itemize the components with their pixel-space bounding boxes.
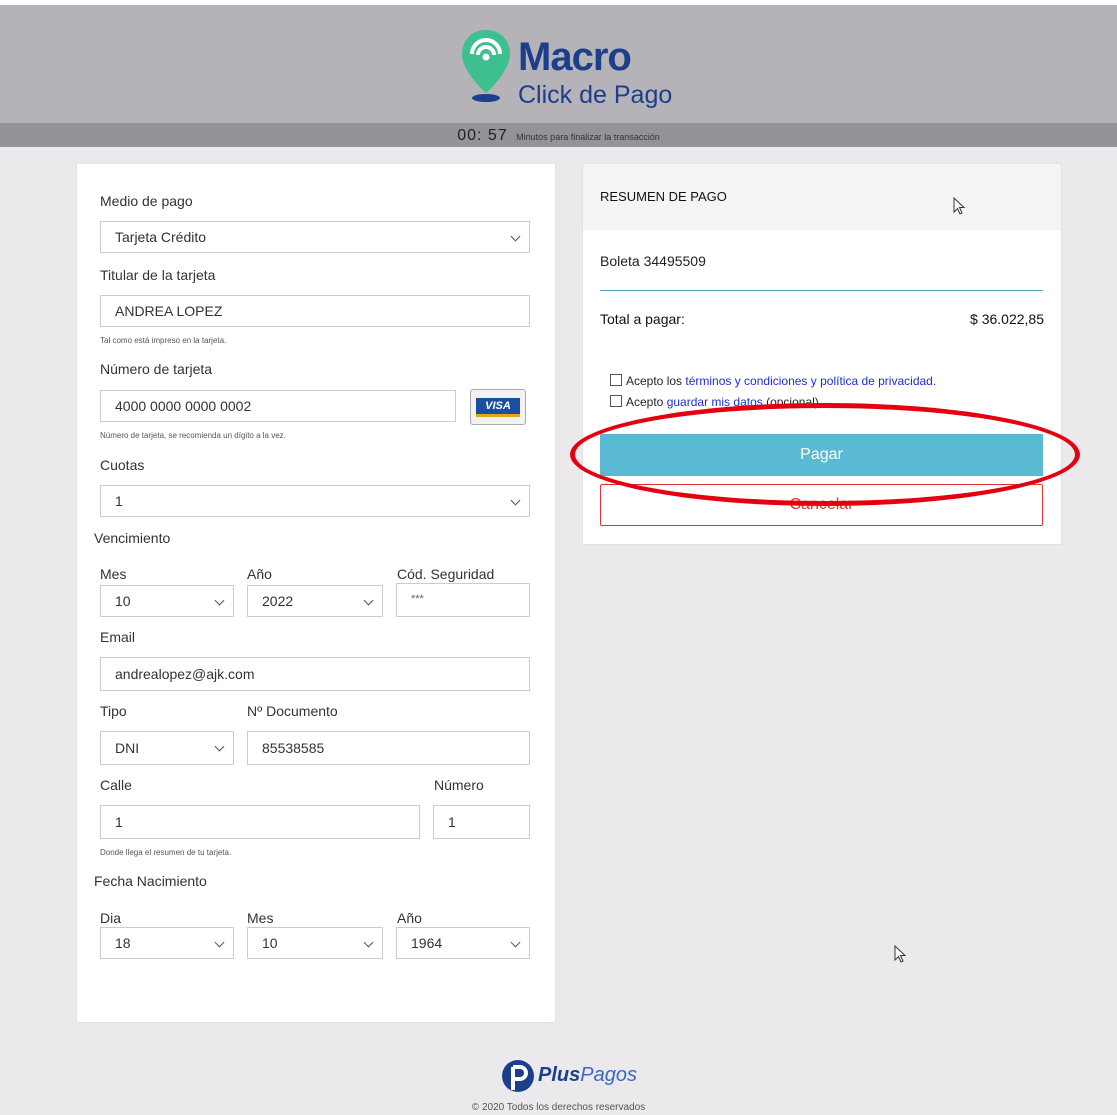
card-number-input[interactable]: 4000 0000 0000 0002 [100, 390, 456, 422]
cuotas-value: 1 [115, 493, 123, 509]
email-input[interactable]: andrealopez@ajk.com [100, 657, 530, 691]
titular-label: Titular de la tarjeta [100, 267, 216, 283]
cod-seguridad-input[interactable]: *** [396, 583, 530, 617]
pluspagos-logo: PlusPagos [500, 1058, 660, 1098]
nacimiento-label: Fecha Nacimiento [94, 873, 207, 889]
pluspagos-p-icon [502, 1060, 534, 1092]
documento-input[interactable]: 85538585 [247, 731, 530, 765]
cuotas-select[interactable]: 1 [100, 485, 530, 517]
payment-form: Medio de pago Tarjeta Crédito Titular de… [76, 163, 556, 1023]
numero-calle-value: 1 [448, 814, 456, 830]
email-label: Email [100, 629, 136, 645]
terms-prefix: Acepto los [626, 374, 686, 388]
tipo-label: Tipo [100, 703, 127, 719]
pluspagos-bold: Plus [538, 1064, 581, 1086]
terms-row: Acepto los términos y condiciones y polí… [610, 374, 936, 388]
summary-divider [600, 290, 1043, 291]
pluspagos-word: PlusPagos [538, 1064, 637, 1087]
terms-checkbox[interactable] [610, 374, 622, 386]
nac-dia-select[interactable]: 18 [100, 927, 234, 959]
brand-name: Macro [518, 35, 632, 79]
card-number-value: 4000 0000 0000 0002 [115, 398, 252, 414]
visa-label: VISA [476, 398, 520, 414]
medio-pago-label: Medio de pago [100, 193, 193, 209]
header: Macro Click de Pago [0, 5, 1117, 123]
medio-pago-value: Tarjeta Crédito [115, 229, 207, 245]
total-value: $ 36.022,85 [970, 311, 1044, 327]
calle-input[interactable]: 1 [100, 805, 420, 839]
mouse-cursor-icon [894, 945, 906, 963]
documento-label: Nº Documento [247, 703, 338, 719]
email-value: andrealopez@ajk.com [115, 666, 255, 682]
nac-mes-label: Mes [247, 910, 274, 926]
numero-hint: Número de tarjeta, se recomienda un dígi… [100, 431, 286, 440]
titular-input[interactable]: ANDREA LOPEZ [100, 295, 530, 327]
nac-anio-value: 1964 [411, 935, 443, 951]
save-prefix: Acepto [626, 395, 667, 409]
venc-anio-value: 2022 [262, 593, 294, 609]
numero-calle-label: Número [434, 777, 484, 793]
timer-value: 00: 57 [457, 127, 508, 144]
summary-header: RESUMEN DE PAGO [583, 164, 1061, 230]
summary-item: Boleta 34495509 [600, 253, 706, 269]
timer-label: Minutos para finalizar la transacción [516, 132, 660, 142]
numero-calle-input[interactable]: 1 [433, 805, 530, 839]
brand-subtitle: Click de Pago [518, 81, 673, 109]
medio-pago-select[interactable]: Tarjeta Crédito [100, 221, 530, 253]
calle-hint: Donde llega el resumen de tu tarjeta. [100, 848, 232, 857]
pluspagos-rest: Pagos [580, 1064, 637, 1086]
numero-label: Número de tarjeta [100, 361, 213, 377]
venc-mes-label: Mes [100, 566, 127, 582]
mouse-cursor-icon [953, 197, 965, 215]
venc-mes-value: 10 [115, 593, 131, 609]
cuotas-label: Cuotas [100, 457, 145, 473]
cod-seguridad-value: *** [411, 593, 424, 605]
total-label: Total a pagar: [600, 311, 685, 327]
visa-stripe [476, 414, 520, 417]
titular-hint: Tal como está impreso en la tarjeta. [100, 336, 227, 345]
save-data-checkbox[interactable] [610, 395, 622, 407]
highlight-annotation [570, 403, 1080, 506]
timer-bar: 00: 57 Minutos para finalizar la transac… [0, 123, 1117, 147]
venc-anio-label: Año [247, 566, 272, 582]
nac-dia-value: 18 [115, 935, 131, 951]
location-pin-icon [462, 30, 510, 102]
documento-value: 85538585 [262, 740, 325, 756]
macro-logo: Macro Click de Pago [458, 27, 698, 113]
calle-value: 1 [115, 814, 123, 830]
cod-seguridad-label: Cód. Seguridad [397, 566, 495, 582]
vencimiento-label: Vencimiento [94, 530, 171, 546]
tipo-select[interactable]: DNI [100, 731, 234, 765]
tipo-value: DNI [115, 740, 140, 756]
calle-label: Calle [100, 777, 132, 793]
terms-link[interactable]: términos y condiciones y política de pri… [685, 374, 936, 388]
copyright: © 2020 Todos los derechos reservados [471, 1102, 646, 1113]
nac-mes-select[interactable]: 10 [247, 927, 383, 959]
venc-anio-select[interactable]: 2022 [247, 585, 383, 617]
summary-title: RESUMEN DE PAGO [600, 189, 727, 204]
titular-value: ANDREA LOPEZ [115, 303, 223, 319]
venc-mes-select[interactable]: 10 [100, 585, 234, 617]
nac-anio-select[interactable]: 1964 [396, 927, 530, 959]
nac-mes-value: 10 [262, 935, 278, 951]
nac-dia-label: Dia [100, 910, 122, 926]
nac-anio-label: Año [397, 910, 422, 926]
visa-card-icon: VISA [470, 389, 526, 425]
